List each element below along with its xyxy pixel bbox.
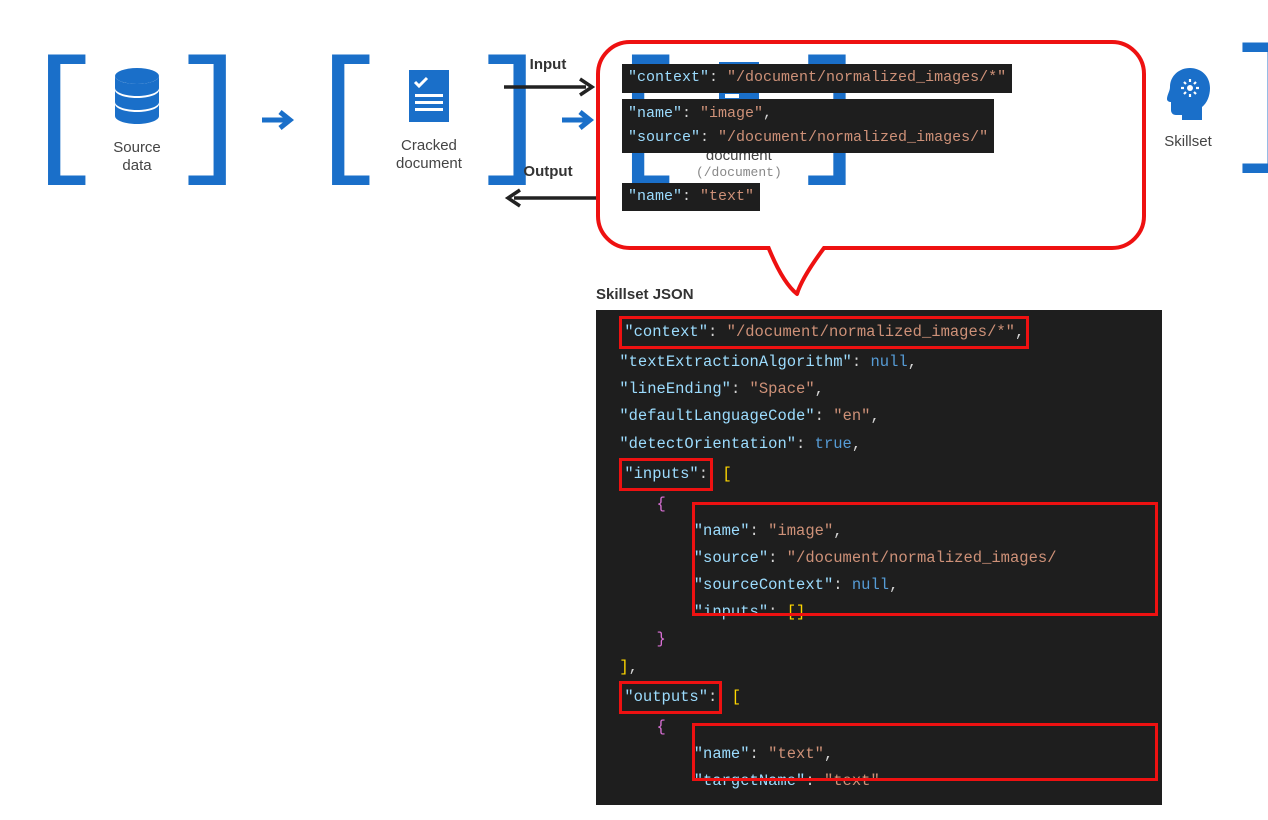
callout-bubble: "context": "/document/normalized_images/… [596, 40, 1146, 250]
skillset-json-code: "context": "/document/normalized_images/… [596, 310, 1162, 805]
bracket-left-2 [304, 78, 388, 162]
bubble-output-line: "name": "text" [622, 183, 760, 212]
bracket-right-skillset [1224, 66, 1268, 150]
arrow-left-icon [504, 187, 596, 214]
skillset-panel: Skillset [1160, 64, 1268, 151]
stage-cracked-document: Cracked document [396, 68, 462, 173]
bracket-right-1 [170, 78, 254, 162]
document-check-icon [407, 68, 451, 129]
input-label: Input [508, 56, 588, 73]
stage-source-data: Source data [112, 66, 162, 175]
bubble-input-lines: "name": "image","source": "/document/nor… [622, 99, 994, 153]
bracket-left-1 [20, 78, 104, 162]
cognitive-head-gear-icon [1160, 64, 1216, 125]
database-icon [112, 66, 162, 131]
cracked-document-label: Cracked document [396, 137, 462, 173]
bubble-tail [762, 242, 832, 297]
stage-skillset: Skillset [1160, 64, 1216, 151]
skillset-json-title: Skillset JSON [596, 286, 694, 303]
io-arrows [504, 76, 596, 214]
arrow-right-icon [504, 76, 596, 103]
diagram-root: Source data Cracked document Enriched do… [20, 20, 1248, 800]
bubble-context-line: "context": "/document/normalized_images/… [622, 64, 1012, 93]
source-data-label: Source data [113, 139, 161, 175]
arrow-icon [262, 108, 296, 132]
skillset-label: Skillset [1164, 133, 1212, 151]
